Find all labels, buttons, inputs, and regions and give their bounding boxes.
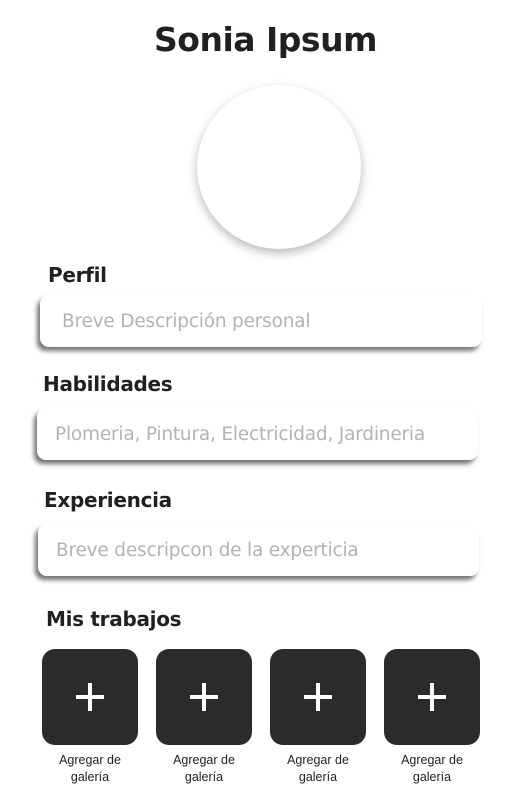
experiencia-label: Experiencia (44, 488, 172, 512)
add-gallery-button-3[interactable] (270, 649, 366, 745)
add-gallery-button-2[interactable] (156, 649, 252, 745)
profile-name: Sonia Ipsum (154, 20, 377, 59)
tile-caption-line2: galería (184, 770, 224, 784)
habilidades-field[interactable]: Plomeria, Pintura, Electricidad, Jardine… (37, 408, 478, 460)
experiencia-placeholder: Breve descripcon de la experticia (56, 539, 359, 561)
tile-caption-2: Agregar de galería (149, 752, 259, 786)
tile-caption-line2: galería (70, 770, 110, 784)
tile-caption-3: Agregar de galería (263, 752, 373, 786)
tile-caption-line1: Agregar de (287, 753, 349, 767)
plus-icon (418, 683, 446, 711)
tile-caption-line2: galería (412, 770, 452, 784)
perfil-field[interactable]: Breve Descripción personal (40, 295, 482, 347)
add-gallery-button-4[interactable] (384, 649, 480, 745)
avatar[interactable] (197, 85, 361, 249)
add-gallery-button-1[interactable] (42, 649, 138, 745)
tile-caption-4: Agregar de galería (377, 752, 487, 786)
tile-caption-1: Agregar de galería (35, 752, 145, 786)
experiencia-field[interactable]: Breve descripcon de la experticia (38, 524, 479, 576)
habilidades-label: Habilidades (43, 372, 173, 396)
plus-icon (190, 683, 218, 711)
perfil-placeholder: Breve Descripción personal (62, 310, 311, 332)
mis-trabajos-label: Mis trabajos (46, 607, 182, 631)
perfil-label: Perfil (48, 263, 107, 287)
tile-caption-line1: Agregar de (401, 753, 463, 767)
tile-caption-line1: Agregar de (173, 753, 235, 767)
habilidades-placeholder: Plomeria, Pintura, Electricidad, Jardine… (55, 423, 425, 445)
tile-caption-line1: Agregar de (59, 753, 121, 767)
plus-icon (304, 683, 332, 711)
tile-caption-line2: galería (298, 770, 338, 784)
plus-icon (76, 683, 104, 711)
